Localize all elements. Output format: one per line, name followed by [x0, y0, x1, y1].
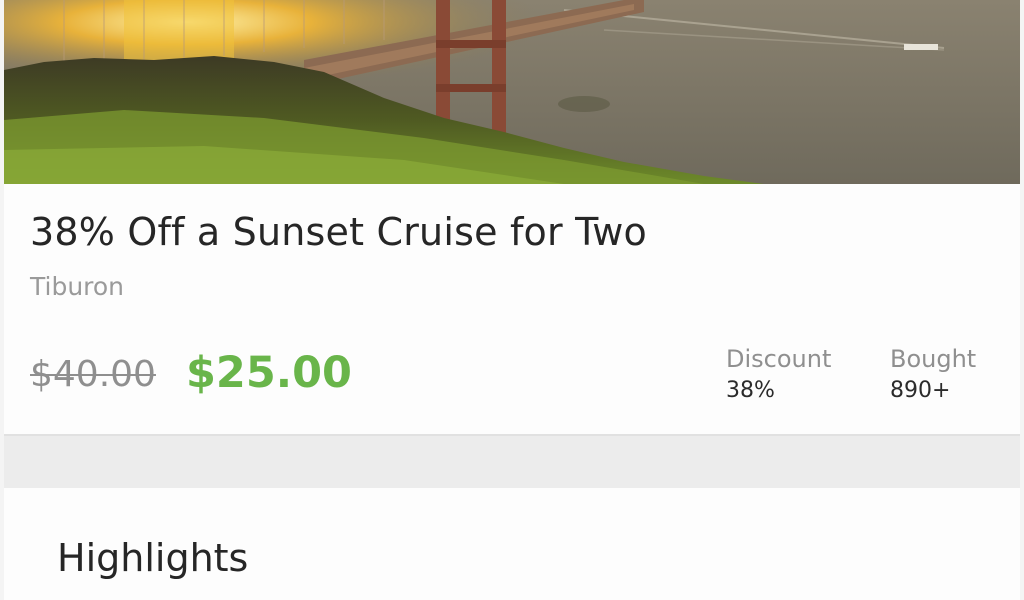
original-price: $40.00	[30, 354, 156, 395]
deal-hero-image	[4, 0, 1020, 184]
discount-label: Discount	[726, 345, 832, 373]
bought-stat: Bought 890+	[890, 344, 976, 408]
discount-value: 38%	[726, 378, 775, 403]
discount-stat: Discount 38%	[726, 344, 831, 408]
deal-price: $25.00	[186, 348, 352, 398]
highlights-heading: Highlights	[57, 536, 249, 580]
deal-summary-card[interactable]: 38% Off a Sunset Cruise for Two Tiburon …	[4, 184, 1020, 436]
highlights-section: Highlights	[4, 488, 1020, 600]
bought-value: 890+	[890, 378, 951, 403]
section-divider	[4, 436, 1020, 488]
bought-label: Bought	[890, 345, 977, 373]
deal-location: Tiburon	[30, 272, 125, 301]
deal-detail-screen: 38% Off a Sunset Cruise for Two Tiburon …	[0, 0, 1024, 600]
deal-title: 38% Off a Sunset Cruise for Two	[30, 210, 647, 254]
